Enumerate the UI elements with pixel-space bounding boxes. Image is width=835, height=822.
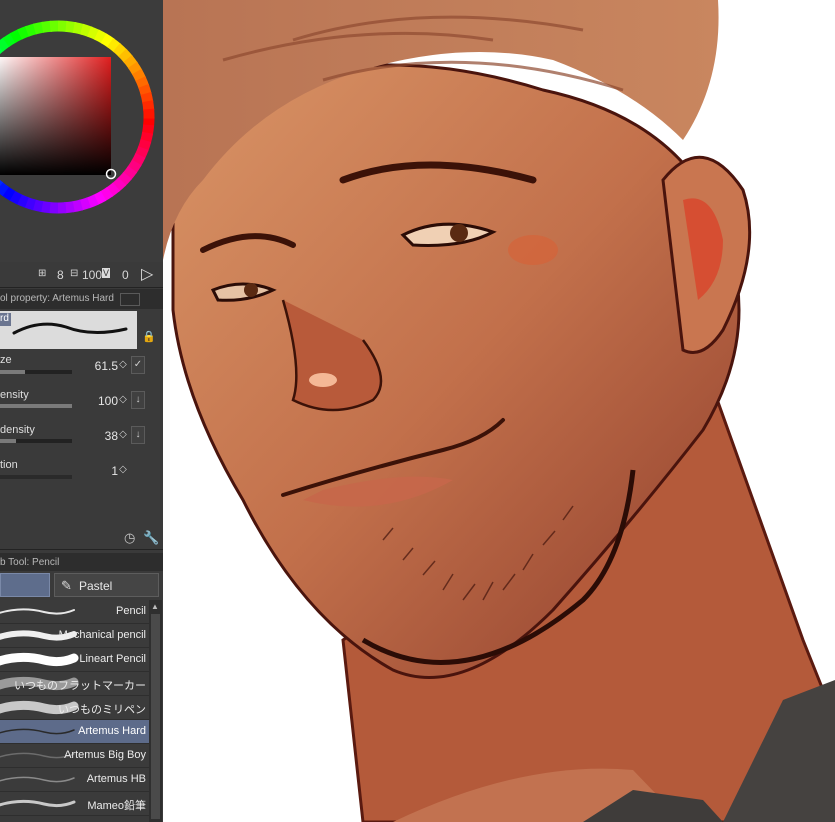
tab-pastel[interactable]: ✎ Pastel (54, 573, 159, 597)
tab-pencil[interactable] (0, 573, 50, 597)
property-value[interactable]: 1 (78, 464, 118, 478)
sub-tool-title: b Tool: Pencil (0, 557, 60, 568)
property-label: ze (0, 354, 12, 366)
opacity-icon[interactable]: ⊟ (70, 268, 78, 279)
brush-item[interactable]: Lineart Pencil (0, 648, 149, 672)
adjust-icon[interactable]: ◷ (124, 530, 135, 546)
brush-item[interactable]: いつものフラットマーカー (0, 672, 149, 696)
brush-item[interactable]: Mameo鉛筆 (0, 792, 149, 816)
brush-name: Pencil (116, 605, 146, 617)
spin-icon[interactable]: ◇ (118, 360, 128, 370)
tool-property-header: ol property: Artemus Hard (0, 289, 163, 309)
scroll-up-icon[interactable]: ▲ (151, 602, 159, 611)
brush-stroke-preview (0, 311, 137, 349)
property-value[interactable]: 61.5 (78, 359, 118, 373)
spin-icon[interactable]: ◇ (118, 465, 128, 475)
lock-icon[interactable]: 🔒 (142, 330, 156, 343)
tool-property-title: ol property: Artemus Hard (0, 293, 114, 304)
sub-tool-header: b Tool: Pencil (0, 553, 163, 571)
brush-name: いつものミリペン (58, 704, 146, 716)
property-label: density (0, 424, 35, 436)
brush-list: Pencil Mechanical pencil Lineart Pencil いつも… (0, 600, 149, 822)
wrench-icon[interactable]: 🔧 (143, 530, 159, 546)
brush-stroke-thumbnail (0, 728, 75, 735)
brush-list-scrollbar[interactable]: ▲ (149, 600, 162, 822)
property-slider[interactable] (0, 439, 72, 443)
brush-name: いつものフラットマーカー (14, 680, 146, 692)
brush-item[interactable]: Artemus HB (0, 768, 149, 792)
brush-name: Mameo鉛筆 (87, 800, 146, 812)
drawing-canvas[interactable] (163, 0, 835, 822)
pastel-icon: ✎ (61, 578, 72, 593)
brush-item[interactable]: Pencil (0, 600, 149, 624)
pressure-settings-button[interactable]: ↓ (131, 426, 145, 444)
property-value[interactable]: 38 (78, 429, 118, 443)
tool-panel: ⊞ 8 ⊟ 100 V 0 ▷ ol property: Artemus Har… (0, 0, 163, 822)
brush-name: Mechanical pencil (58, 629, 146, 641)
brush-name-tag: rd (0, 313, 11, 326)
pressure-settings-button[interactable]: ✓ (131, 356, 145, 374)
brush-item[interactable]: いつものミリペン (0, 696, 149, 720)
pressure-settings-button[interactable]: ↓ (131, 391, 145, 409)
color-wheel-panel (0, 0, 163, 262)
panel-menu-icon[interactable] (120, 293, 140, 306)
brush-name: Artemus Big Boy (64, 749, 146, 761)
brush-item[interactable]: Mechanical pencil (0, 624, 149, 648)
brush-stroke-thumbnail (0, 608, 75, 615)
property-label: tion (0, 459, 18, 471)
portrait-illustration (163, 0, 835, 822)
brush-name: Artemus Hard (78, 725, 146, 737)
tool-property-footer: ◷ 🔧 (0, 527, 163, 547)
tab-label: Pastel (79, 579, 113, 593)
property-slider[interactable] (0, 404, 72, 408)
color-status-bar: ⊞ 8 ⊟ 100 V 0 ▷ (38, 264, 154, 284)
brush-stroke-thumbnail (0, 652, 79, 667)
brush-item[interactable]: Artemus Big Boy (0, 744, 149, 768)
property-label: ensity (0, 389, 29, 401)
property-slider[interactable] (0, 475, 72, 479)
play-icon[interactable]: ▷ (141, 264, 153, 284)
brush-item[interactable]: Artemus Hard (0, 720, 149, 744)
property-value[interactable]: 100 (78, 394, 118, 408)
brush-stroke-thumbnail (0, 799, 76, 808)
brush-name: Artemus HB (86, 773, 146, 785)
value-icon[interactable]: V (102, 268, 111, 278)
spin-icon[interactable]: ◇ (118, 395, 128, 405)
scroll-thumb[interactable] (151, 614, 160, 819)
brush-stroke-thumbnail (0, 776, 75, 783)
property-slider[interactable] (0, 370, 72, 374)
brush-name: Lineart Pencil (79, 653, 146, 665)
layer-icon[interactable]: ⊞ (38, 268, 46, 279)
spin-icon[interactable]: ◇ (118, 430, 128, 440)
